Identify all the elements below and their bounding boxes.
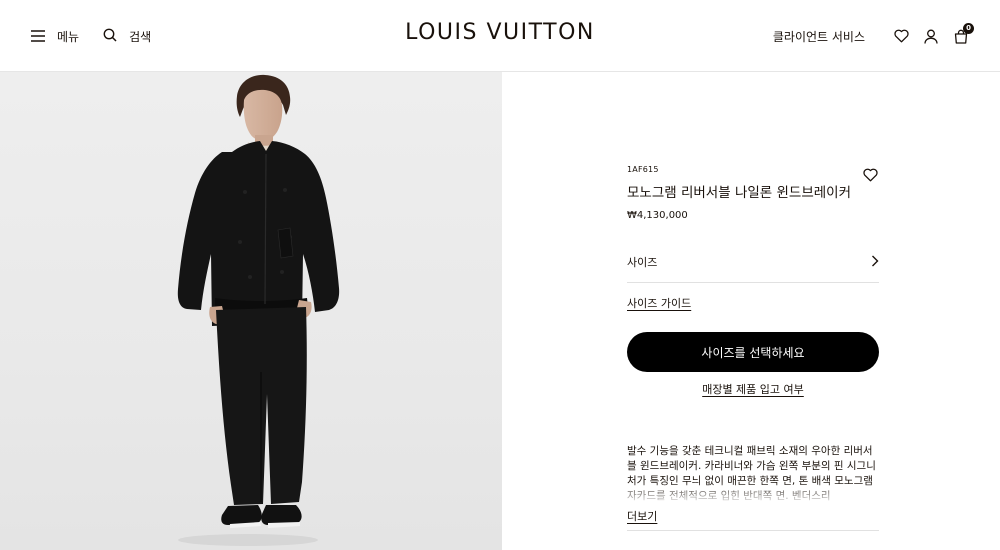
read-more-link[interactable]: 더보기 <box>627 508 657 524</box>
size-selector[interactable]: 사이즈 <box>627 251 879 283</box>
header-right: 클라이언트 서비스 0 <box>773 23 974 46</box>
size-label: 사이즈 <box>627 255 658 269</box>
select-size-button[interactable]: 사이즈를 선택하세요 <box>627 332 879 372</box>
chevron-right-icon <box>871 252 879 271</box>
client-service-link[interactable]: 클라이언트 서비스 <box>773 28 865 45</box>
shopping-bag-icon[interactable]: 0 <box>951 23 974 46</box>
product-sku: 1AF615 <box>627 165 659 174</box>
product-price: ₩4,130,000 <box>627 210 688 221</box>
store-availability-link[interactable]: 매장별 제품 입고 여부 <box>627 381 879 397</box>
product-image[interactable] <box>0 72 502 550</box>
site-header: 메뉴 검색 LOUIS VUITTON 클라이언트 서비스 0 <box>0 0 1000 72</box>
product-title: 모노그램 리버서블 나일론 윈드브레이커 <box>627 185 852 201</box>
heart-icon[interactable] <box>891 26 911 46</box>
product-details-panel: 1AF615 모노그램 리버서블 나일론 윈드브레이커 ₩4,130,000 사… <box>627 165 879 531</box>
user-icon[interactable] <box>921 26 941 46</box>
section-divider <box>627 530 879 531</box>
wishlist-heart-icon[interactable] <box>863 167 879 183</box>
bag-count-badge: 0 <box>963 23 974 34</box>
product-description: 발수 기능을 갖춘 테크니컬 패브릭 소재의 우아한 리버서블 윈드브레이커. … <box>627 444 879 504</box>
size-guide-link[interactable]: 사이즈 가이드 <box>627 295 691 311</box>
model-illustration <box>177 74 340 546</box>
